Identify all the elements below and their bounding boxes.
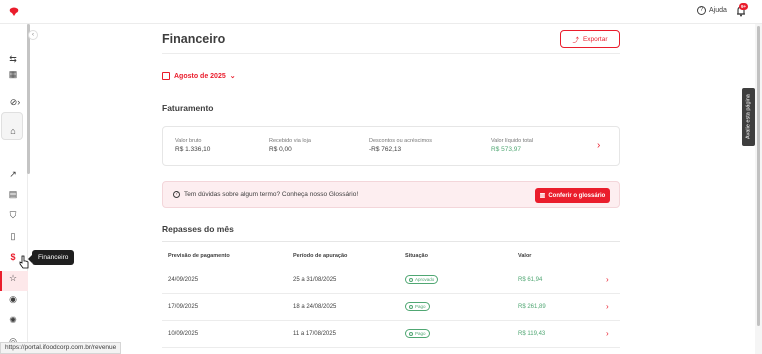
row-value: R$ 61,94 <box>518 277 543 283</box>
sidebar: ⇆ ▦ ⊘› ⌂ ↗ ▤ ⛉ ▯ $ ☆ ◉ ✺ ◎ <box>0 24 28 354</box>
store-icon[interactable]: ▦ <box>7 68 19 80</box>
check-icon <box>409 331 413 336</box>
page-scrollbar[interactable] <box>755 24 762 354</box>
table-row[interactable]: 24/09/2025 25 a 31/08/2025 Aprovado R$ 6… <box>162 267 620 294</box>
glossary-button[interactable]: ▥ Conferir o glossário <box>535 188 610 203</box>
kpi-label: Descontos ou acréscimos <box>369 138 432 144</box>
hand-cursor-icon <box>19 255 29 269</box>
date-selector[interactable]: Agosto de 2025 ⌄ <box>162 72 236 80</box>
status-badge: Pago <box>405 329 430 338</box>
help-button[interactable]: ? Ajuda <box>697 6 727 15</box>
table-row[interactable]: 17/09/2025 18 a 24/08/2025 Pago R$ 261,8… <box>162 294 620 321</box>
billing-summary-card[interactable]: Valor bruto R$ 1.336,10 Recebido via loj… <box>162 126 620 166</box>
export-label: Exportar <box>582 35 608 43</box>
billing-title: Faturamento <box>162 103 214 113</box>
orders-icon[interactable]: ▤ <box>7 188 19 200</box>
column-header: Previsão de pagamento <box>168 253 230 259</box>
kpi-store: Recebido via loja R$ 0,00 <box>269 138 311 153</box>
row-value: R$ 119,43 <box>518 331 546 337</box>
row-date: 24/09/2025 <box>168 277 199 283</box>
sidebar-scrollbar[interactable] <box>27 24 30 174</box>
table-header-divider <box>162 241 620 242</box>
kpi-label: Valor bruto <box>175 138 202 144</box>
column-header: Situação <box>405 253 428 259</box>
chevron-down-icon: ⌄ <box>229 73 236 80</box>
feedback-tab[interactable]: Avalie esta página <box>742 88 755 146</box>
header-divider <box>162 53 620 54</box>
chevron-right-icon[interactable]: › <box>606 329 609 338</box>
chevron-right-icon[interactable]: › <box>597 140 600 151</box>
home-icon[interactable]: ⌂ <box>7 125 19 137</box>
bulb-icon[interactable]: ✺ <box>7 314 19 326</box>
export-icon: ⤴ <box>572 37 579 44</box>
sidebar-tooltip: Financeiro <box>27 250 75 265</box>
menu-icon[interactable]: ▯ <box>7 230 19 242</box>
book-icon: ▥ <box>539 193 546 199</box>
column-header: Valor <box>518 253 532 259</box>
kpi-value: R$ 1.336,10 <box>175 146 211 153</box>
check-icon <box>409 277 413 282</box>
shield-icon[interactable]: ⛉ <box>7 209 19 221</box>
repasses-title: Repasses do mês <box>162 224 234 234</box>
page-title: Financeiro <box>162 32 226 46</box>
status-badge: Pago <box>405 302 430 311</box>
kpi-value: -R$ 762,13 <box>369 146 402 153</box>
chevron-right-icon[interactable]: › <box>606 275 609 284</box>
row-period: 11 a 17/08/2025 <box>293 331 336 337</box>
notification-badge: 9+ <box>739 3 749 10</box>
row-date: 17/09/2025 <box>168 304 199 310</box>
glossary-banner: ? Tem dúvidas sobre algum termo? Conheça… <box>162 181 620 208</box>
top-bar: ? Ajuda 9+ <box>0 0 762 24</box>
help-icon: ? <box>697 6 706 15</box>
kpi-discounts: Descontos ou acréscimos -R$ 762,13 <box>369 138 432 153</box>
kpi-value: R$ 573,97 <box>491 146 521 153</box>
row-period: 25 a 31/08/2025 <box>293 277 337 283</box>
glossary-button-label: Conferir o glossário <box>548 192 606 199</box>
question-icon: ? <box>173 191 180 198</box>
help-label: Ajuda <box>709 7 727 14</box>
scrollbar-thumb[interactable] <box>757 26 760 326</box>
status-icon[interactable]: ⊘› <box>9 96 21 108</box>
collapse-sidebar-button[interactable]: ‹ <box>28 30 38 40</box>
kpi-label: Recebido via loja <box>269 138 311 144</box>
target-icon[interactable]: ◉ <box>7 293 19 305</box>
kpi-value: R$ 0,00 <box>269 146 292 153</box>
chevron-right-icon[interactable]: › <box>606 302 609 311</box>
ifood-logo-icon[interactable] <box>8 6 20 18</box>
transfer-icon[interactable]: ⇆ <box>7 53 19 65</box>
glossary-text: ? Tem dúvidas sobre algum termo? Conheça… <box>173 191 358 198</box>
date-selector-label: Agosto de 2025 <box>174 72 226 80</box>
row-date: 10/09/2025 <box>168 331 199 337</box>
calendar-icon <box>162 72 170 80</box>
star-icon[interactable]: ☆ <box>7 272 19 284</box>
column-header: Período de apuração <box>293 253 348 259</box>
export-button[interactable]: ⤴ Exportar <box>560 30 620 48</box>
glossary-message: Tem dúvidas sobre algum termo? Conheça n… <box>184 191 359 198</box>
check-icon <box>409 304 413 309</box>
row-period: 18 a 24/08/2025 <box>293 304 337 310</box>
status-badge: Aprovado <box>405 275 439 284</box>
row-value: R$ 261,89 <box>518 304 546 310</box>
chart-icon[interactable]: ↗ <box>7 168 19 180</box>
table-header: Previsão de pagamento Período de apuraçã… <box>162 253 620 267</box>
kpi-label: Valor líquido total <box>491 138 534 144</box>
kpi-net: Valor líquido total R$ 573,97 <box>491 138 533 153</box>
table-row[interactable]: 10/09/2025 11 a 17/08/2025 Pago R$ 119,4… <box>162 321 620 348</box>
status-bar-url: https://portal.ifoodcorp.com.br/revenue <box>0 342 122 354</box>
kpi-gross: Valor bruto R$ 1.336,10 <box>175 138 210 153</box>
